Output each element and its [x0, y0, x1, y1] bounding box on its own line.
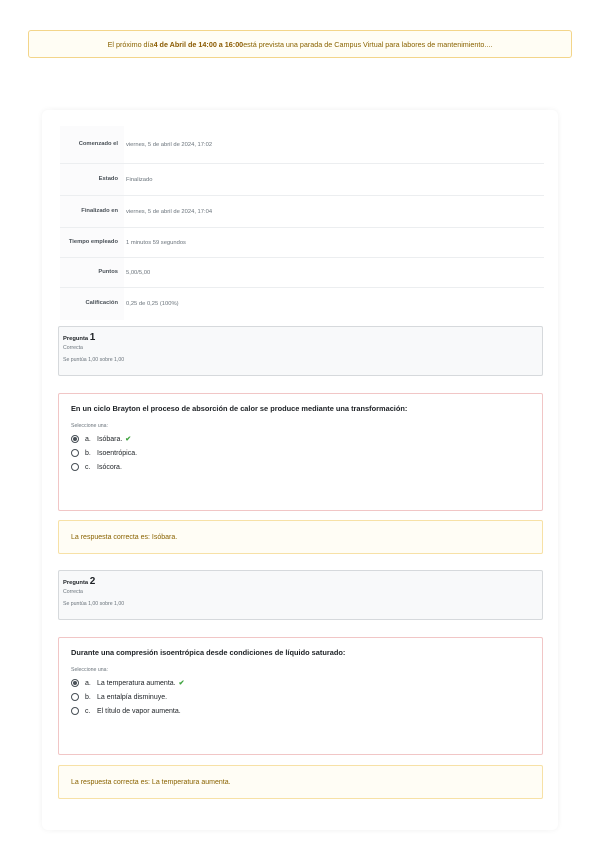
- question-grade: Se puntúa 1,00 sobre 1,00: [63, 357, 125, 363]
- question-text: En un ciclo Brayton el proceso de absorc…: [71, 404, 408, 413]
- notice-highlight: 4 de Abril de 14:00 a 16:00: [153, 39, 244, 49]
- summary-row: Finalizado en viernes, 5 de abril de 2024…: [60, 196, 544, 228]
- notice-prefix: El próximo día: [107, 39, 154, 49]
- attempt-summary-table: Comenzado el viernes, 5 de abril de 2024,…: [60, 126, 544, 320]
- option-letter: b.: [85, 449, 91, 457]
- summary-value: 5,00/5,00: [124, 258, 544, 287]
- option-text: Isoentrópica.: [97, 449, 138, 457]
- check-icon: ✔: [178, 680, 185, 687]
- radio-selected[interactable]: [71, 679, 79, 687]
- option-letter: a.: [85, 435, 91, 443]
- question-label: Pregunta: [63, 336, 90, 342]
- summary-row: Estado Finalizado: [60, 164, 544, 196]
- notice-suffix: está prevista una parada de Campus Virtu…: [243, 39, 493, 49]
- option-text: Isóbara.: [97, 435, 123, 443]
- radio-unselected[interactable]: [71, 449, 79, 457]
- summary-value: viernes, 5 de abril de 2024, 17:04: [124, 196, 544, 227]
- summary-row: Comenzado el viernes, 5 de abril de 2024,…: [60, 126, 544, 164]
- option-text: Isócora.: [97, 463, 122, 471]
- summary-row: Calificación 0,25 de 0,25 (100%): [60, 288, 544, 320]
- option-letter: b.: [85, 693, 91, 701]
- option-text: La entalpía disminuye.: [97, 693, 168, 701]
- radio-selected[interactable]: [71, 435, 79, 443]
- summary-key: Comenzado el: [78, 140, 118, 147]
- question-number: 1: [89, 332, 96, 343]
- question-label: Pregunta: [63, 580, 90, 586]
- summary-row: Tiempo empleado 1 minutos 59 segundos: [60, 228, 544, 258]
- summary-key: Estado: [98, 175, 118, 182]
- question-body-2: Durante una compresión isoentrópica desd…: [58, 637, 543, 755]
- summary-value: 1 minutos 59 segundos: [124, 228, 544, 257]
- summary-key: Puntos: [98, 268, 118, 275]
- answer-option[interactable]: c. El título de vapor aumenta.: [71, 707, 530, 715]
- maintenance-notice: El próximo día 4 de Abril de 14:00 a 16:…: [28, 30, 572, 58]
- answer-option[interactable]: c. Isócora.: [71, 463, 530, 471]
- select-prompt: Seleccione una:: [71, 423, 108, 429]
- summary-row: Puntos 5,00/5,00: [60, 258, 544, 288]
- summary-value: viernes, 5 de abril de 2024, 17:02: [124, 126, 544, 163]
- question-grade: Se puntúa 1,00 sobre 1,00: [63, 601, 125, 607]
- summary-key: Calificación: [85, 300, 118, 307]
- question-info-1: Pregunta 1 Correcta Se puntúa 1,00 sobre…: [58, 326, 543, 376]
- question-body-1: En un ciclo Brayton el proceso de absorc…: [58, 393, 543, 511]
- summary-value: Finalizado: [124, 164, 544, 195]
- question-title: Pregunta 2: [63, 576, 538, 587]
- answer-option[interactable]: a. La temperatura aumenta. ✔: [71, 679, 530, 687]
- answer-option[interactable]: a. Isóbara. ✔: [71, 435, 530, 443]
- option-letter: c.: [85, 463, 91, 471]
- question-state: Correcta: [63, 345, 83, 351]
- radio-unselected[interactable]: [71, 707, 79, 715]
- option-letter: a.: [85, 679, 91, 687]
- option-text: El título de vapor aumenta.: [97, 707, 181, 715]
- question-state: Correcta: [63, 589, 83, 595]
- question-info-2: Pregunta 2 Correcta Se puntúa 1,00 sobre…: [58, 570, 543, 620]
- select-prompt: Seleccione una:: [71, 667, 108, 673]
- option-letter: c.: [85, 707, 91, 715]
- radio-unselected[interactable]: [71, 693, 79, 701]
- summary-key: Tiempo empleado: [68, 238, 118, 245]
- feedback-box-1: La respuesta correcta es: Isóbara.: [58, 520, 543, 554]
- answer-option[interactable]: b. Isoentrópica.: [71, 449, 530, 457]
- option-text: La temperatura aumenta.: [97, 679, 176, 687]
- check-icon: ✔: [125, 436, 132, 443]
- question-title: Pregunta 1: [63, 332, 538, 343]
- summary-key: Finalizado en: [81, 207, 118, 214]
- radio-unselected[interactable]: [71, 463, 79, 471]
- question-text: Durante una compresión isoentrópica desd…: [71, 648, 346, 657]
- feedback-box-2: La respuesta correcta es: La temperatura…: [58, 765, 543, 799]
- summary-value: 0,25 de 0,25 (100%): [124, 288, 544, 320]
- question-number: 2: [89, 576, 96, 587]
- answer-option[interactable]: b. La entalpía disminuye.: [71, 693, 530, 701]
